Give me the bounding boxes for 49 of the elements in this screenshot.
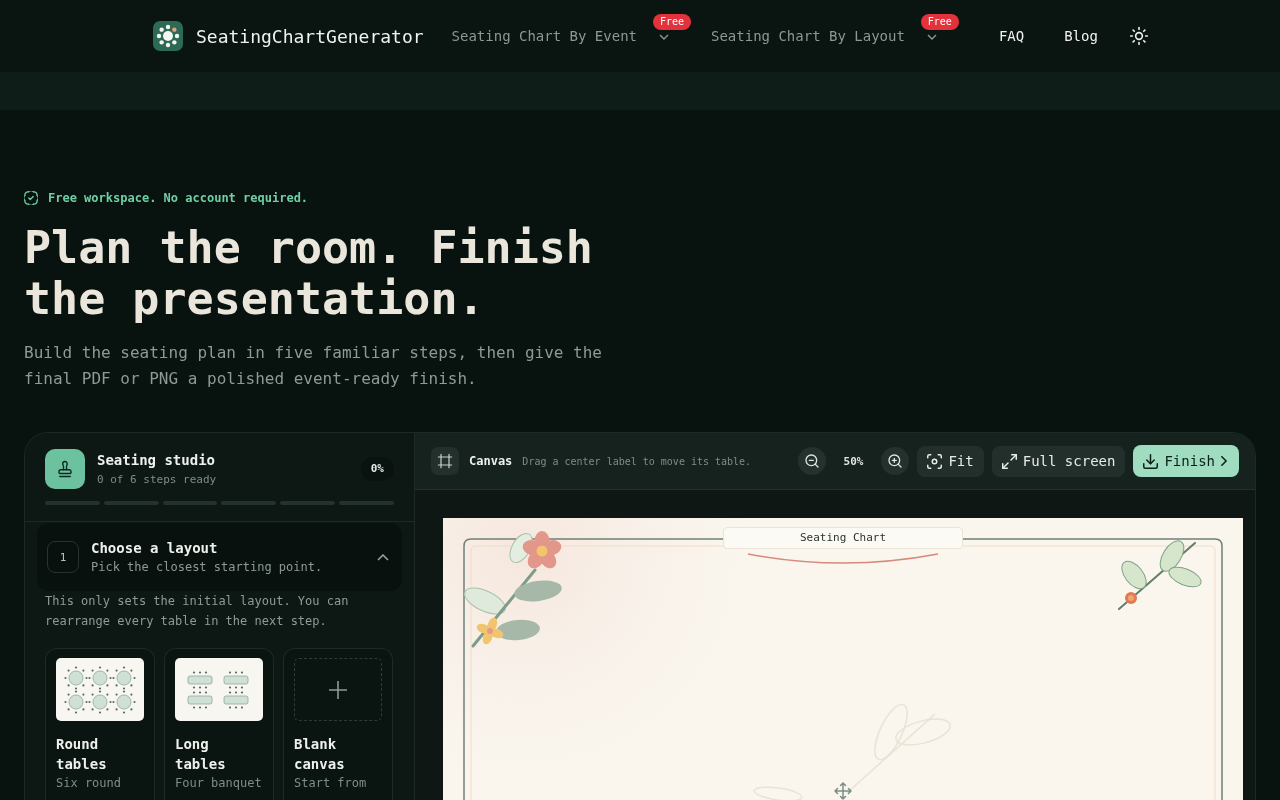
zoom-level: 50%: [842, 454, 865, 468]
zoom-in-icon: [887, 453, 904, 469]
step-note: This only sets the initial layout. You can rearrange every table in the next step.: [44, 593, 350, 630]
step-number: 1: [47, 541, 79, 573]
sun-icon[interactable]: [1128, 26, 1149, 46]
step-title: Choose a layout: [91, 538, 219, 558]
download-icon: [1143, 453, 1159, 469]
layout-description: Start from: [294, 775, 367, 791]
studio-title: Seating studio: [97, 450, 216, 470]
layout-description: Four banquet: [175, 775, 262, 791]
focus-icon: [927, 453, 943, 469]
studio-status: 0 of 6 steps ready: [97, 471, 218, 488]
fit-button[interactable]: Fit: [917, 445, 984, 477]
zoom-out-button[interactable]: [797, 447, 826, 475]
free-badge: Free: [920, 14, 959, 30]
layout-card[interactable]: Long tables Four banquet: [164, 648, 274, 800]
step-subtitle: Pick the closest starting point.: [91, 558, 324, 576]
canvas-hint: Drag a center label to move its table.: [522, 455, 752, 467]
hero-heading: Plan the room. Finish the presentation.: [24, 222, 594, 324]
hero-description: Build the seating plan in five familiar steps, then give the final PDF or PNG a polished event-ready finish.: [24, 342, 603, 390]
layout-title: Long tables: [175, 735, 227, 774]
chevron-down-icon: [659, 34, 669, 40]
layout-description: Six round: [56, 775, 122, 791]
free-badge: Free: [652, 14, 691, 30]
stamp-icon: [45, 449, 85, 489]
check-badge-icon: [24, 191, 38, 205]
chevron-down-icon: [926, 34, 937, 40]
brand-name[interactable]: SeatingChartGenerator: [196, 25, 424, 47]
zoom-in-button[interactable]: [881, 447, 910, 475]
layout-card[interactable]: Round tables Six round: [45, 648, 155, 800]
layout-title: Round tables: [56, 735, 108, 774]
progress-percent: 0%: [360, 457, 394, 481]
chart-title[interactable]: Seating Chart: [723, 527, 963, 549]
eyebrow-text: Free workspace. No account required.: [48, 190, 309, 206]
canvas-label: Canvas: [469, 454, 513, 468]
layout-title: Blank canvas: [294, 735, 346, 774]
plus-icon: [328, 679, 348, 700]
nav-link[interactable]: FAQ: [978, 26, 1045, 46]
nav-link[interactable]: Blog: [1044, 26, 1118, 46]
layout-card[interactable]: Blank canvas Start from: [283, 648, 393, 800]
zoom-out-icon: [803, 453, 820, 469]
finish-button[interactable]: Finish: [1133, 445, 1239, 477]
step-header[interactable]: 1 Choose a layout Pick the closest starting point.: [37, 523, 402, 591]
logo-icon[interactable]: [153, 21, 183, 51]
grid-icon: [431, 447, 459, 475]
expand-icon: [1001, 453, 1017, 469]
move-icon[interactable]: [834, 782, 852, 800]
full-screen-button[interactable]: Full screen: [991, 445, 1126, 477]
chevron-right-icon: [1221, 456, 1227, 466]
